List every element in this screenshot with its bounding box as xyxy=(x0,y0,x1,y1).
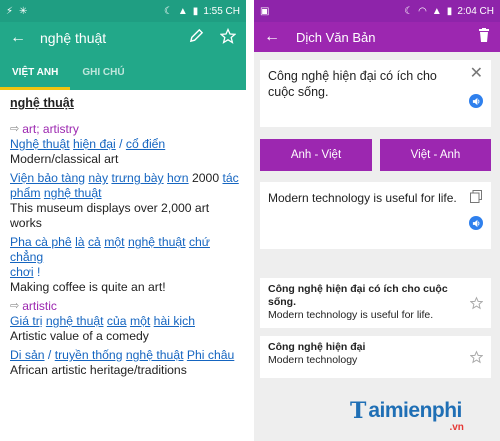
sense-label: ⇨ art; artistry xyxy=(10,122,79,136)
speaker-icon[interactable] xyxy=(469,94,483,108)
sense-arrow-icon: ⇨ xyxy=(10,300,20,312)
headword: nghệ thuật xyxy=(10,96,74,110)
translate-toolbar: ← Dịch Văn Bản xyxy=(254,22,500,52)
status-bar: ⚡ ✳ ☾ ▲ ▮ 1:55 CH xyxy=(0,0,246,22)
android-icon: ▣ xyxy=(260,5,270,17)
source-text-input[interactable]: Công nghệ hiện đại có ích cho cuộc sống.… xyxy=(260,60,491,127)
example-en: African artistic heritage/traditions xyxy=(10,363,187,377)
word-link[interactable]: của xyxy=(107,314,127,328)
signal-icon: ▲ xyxy=(177,5,188,17)
moon-icon: ☾ xyxy=(404,5,414,17)
watermark-tld: .vn xyxy=(449,422,464,433)
example-en: This museum displays over 2,000 art work… xyxy=(10,201,210,230)
page-title: nghệ thuật xyxy=(40,30,107,46)
word-link[interactable]: Giá trị xyxy=(10,314,43,328)
word-link[interactable]: chơi xyxy=(10,265,34,279)
status-time: 2:04 CH xyxy=(457,5,494,17)
signal-icon: ▲ xyxy=(431,5,442,17)
word-link[interactable]: chứ xyxy=(189,235,210,249)
word-link[interactable]: chẳng xyxy=(10,250,43,264)
page-title: Dịch Văn Bản xyxy=(296,29,376,45)
word-link[interactable]: Viện bảo tàng xyxy=(10,171,85,185)
wifi-icon: ◠ xyxy=(418,5,427,17)
dictionary-tabs: VIỆT ANH GHI CHÚ xyxy=(0,54,246,90)
word-link[interactable]: nghệ thuật xyxy=(126,348,184,362)
word-link[interactable]: trưng bày xyxy=(111,171,163,185)
history-source: Công nghệ hiện đại xyxy=(268,341,366,353)
dictionary-screen: ⚡ ✳ ☾ ▲ ▮ 1:55 CH ← nghệ thuật VIỆT ANH … xyxy=(0,0,246,441)
example-vi: Pha cà phê là cả một nghệ thuật chứ chẳn… xyxy=(10,235,210,279)
dictionary-entry: nghệ thuật ⇨ art; artistry Nghệ thuật hi… xyxy=(3,90,246,441)
word-link[interactable]: này xyxy=(88,171,108,185)
battery-icon: ▮ xyxy=(192,5,199,17)
word-link[interactable]: cổ điển xyxy=(126,137,165,151)
sense-label: ⇨ artistic xyxy=(10,299,57,313)
bug-icon: ✳ xyxy=(19,5,28,17)
word-link[interactable]: Pha cà phê xyxy=(10,235,72,249)
anh-viet-button[interactable]: Anh - Việt xyxy=(260,139,372,171)
word-link[interactable]: Nghệ thuật xyxy=(10,137,70,151)
word-link[interactable]: phẩm xyxy=(10,186,41,200)
translation-result: Modern technology is useful for life. xyxy=(260,182,491,249)
moon-icon: ☾ xyxy=(163,5,173,17)
star-icon[interactable] xyxy=(219,27,237,49)
word-link[interactable]: hơn xyxy=(167,171,189,185)
word-link[interactable]: một xyxy=(130,314,150,328)
status-bar: ▣ ☾ ◠ ▲ ▮ 2:04 CH xyxy=(254,0,500,22)
word-link[interactable]: truyền thống xyxy=(55,348,123,362)
word-link[interactable]: Di sản xyxy=(10,348,45,362)
word-link[interactable]: hiện đại xyxy=(73,137,116,151)
result-text: Modern technology is useful for life. xyxy=(268,191,457,205)
word-link[interactable]: một xyxy=(104,235,124,249)
viet-anh-button[interactable]: Việt - Anh xyxy=(380,139,491,171)
copy-icon[interactable] xyxy=(470,190,482,203)
star-icon[interactable] xyxy=(469,350,484,364)
back-arrow-icon[interactable]: ← xyxy=(264,28,280,46)
back-arrow-icon[interactable]: ← xyxy=(10,29,26,47)
word-link[interactable]: nghệ thuật xyxy=(46,314,104,328)
translate-screen: ▣ ☾ ◠ ▲ ▮ 2:04 CH ← Dịch Văn Bản Công ng… xyxy=(254,0,500,441)
watermark-initial: T xyxy=(350,398,367,424)
speaker-icon[interactable] xyxy=(469,216,483,230)
tab-viet-anh[interactable]: VIỆT ANH xyxy=(0,54,71,90)
sense-arrow-icon: ⇨ xyxy=(10,123,20,135)
word-link[interactable]: cả xyxy=(88,235,101,249)
history-item[interactable]: Công nghệ hiện đại có ích cho cuộc sống.… xyxy=(260,278,491,328)
word-link[interactable]: hài kịch xyxy=(154,314,195,328)
history-translation: Modern technology is useful for life. xyxy=(268,309,434,321)
word-link[interactable]: tác xyxy=(222,171,238,185)
example-vi: Nghệ thuật hiện đại / cổ điển xyxy=(10,137,166,151)
trash-icon[interactable] xyxy=(478,27,490,47)
tab-ghi-chu[interactable]: GHI CHÚ xyxy=(70,54,136,90)
source-text[interactable]: Công nghệ hiện đại có ích cho cuộc sống. xyxy=(268,68,483,100)
example-vi: Di sản / truyền thống nghệ thuật Phi châ… xyxy=(10,348,235,362)
word-link[interactable]: nghệ thuật xyxy=(128,235,186,249)
example-vi: Viện bảo tàng này trưng bày hơn 2000 tác… xyxy=(10,171,239,200)
word-link[interactable]: nghệ thuật xyxy=(44,186,102,200)
star-icon[interactable] xyxy=(469,296,484,310)
example-en: Making coffee is quite an art! xyxy=(10,280,166,294)
watermark-brand: aimienphi xyxy=(368,399,462,422)
history-source: Công nghệ hiện đại có ích cho cuộc sống. xyxy=(268,283,448,308)
history-item[interactable]: Công nghệ hiện đại Modern technology xyxy=(260,336,491,378)
dictionary-toolbar: ← nghệ thuật xyxy=(0,22,246,54)
flash-icon: ⚡ xyxy=(6,5,14,17)
example-en: Artistic value of a comedy xyxy=(10,329,149,343)
word-link[interactable]: Phi châu xyxy=(187,348,234,362)
word-link[interactable]: là xyxy=(75,235,85,249)
edit-pencil-icon[interactable] xyxy=(189,28,204,48)
close-icon[interactable]: ✕ xyxy=(470,66,483,82)
example-en: Modern/classical art xyxy=(10,152,119,166)
example-vi: Giá trị nghệ thuật của một hài kịch xyxy=(10,314,239,329)
status-time: 1:55 CH xyxy=(203,5,240,17)
history-translation: Modern technology xyxy=(268,354,358,366)
battery-icon: ▮ xyxy=(446,5,453,17)
watermark-logo: T aimienphi .vn xyxy=(350,398,464,433)
